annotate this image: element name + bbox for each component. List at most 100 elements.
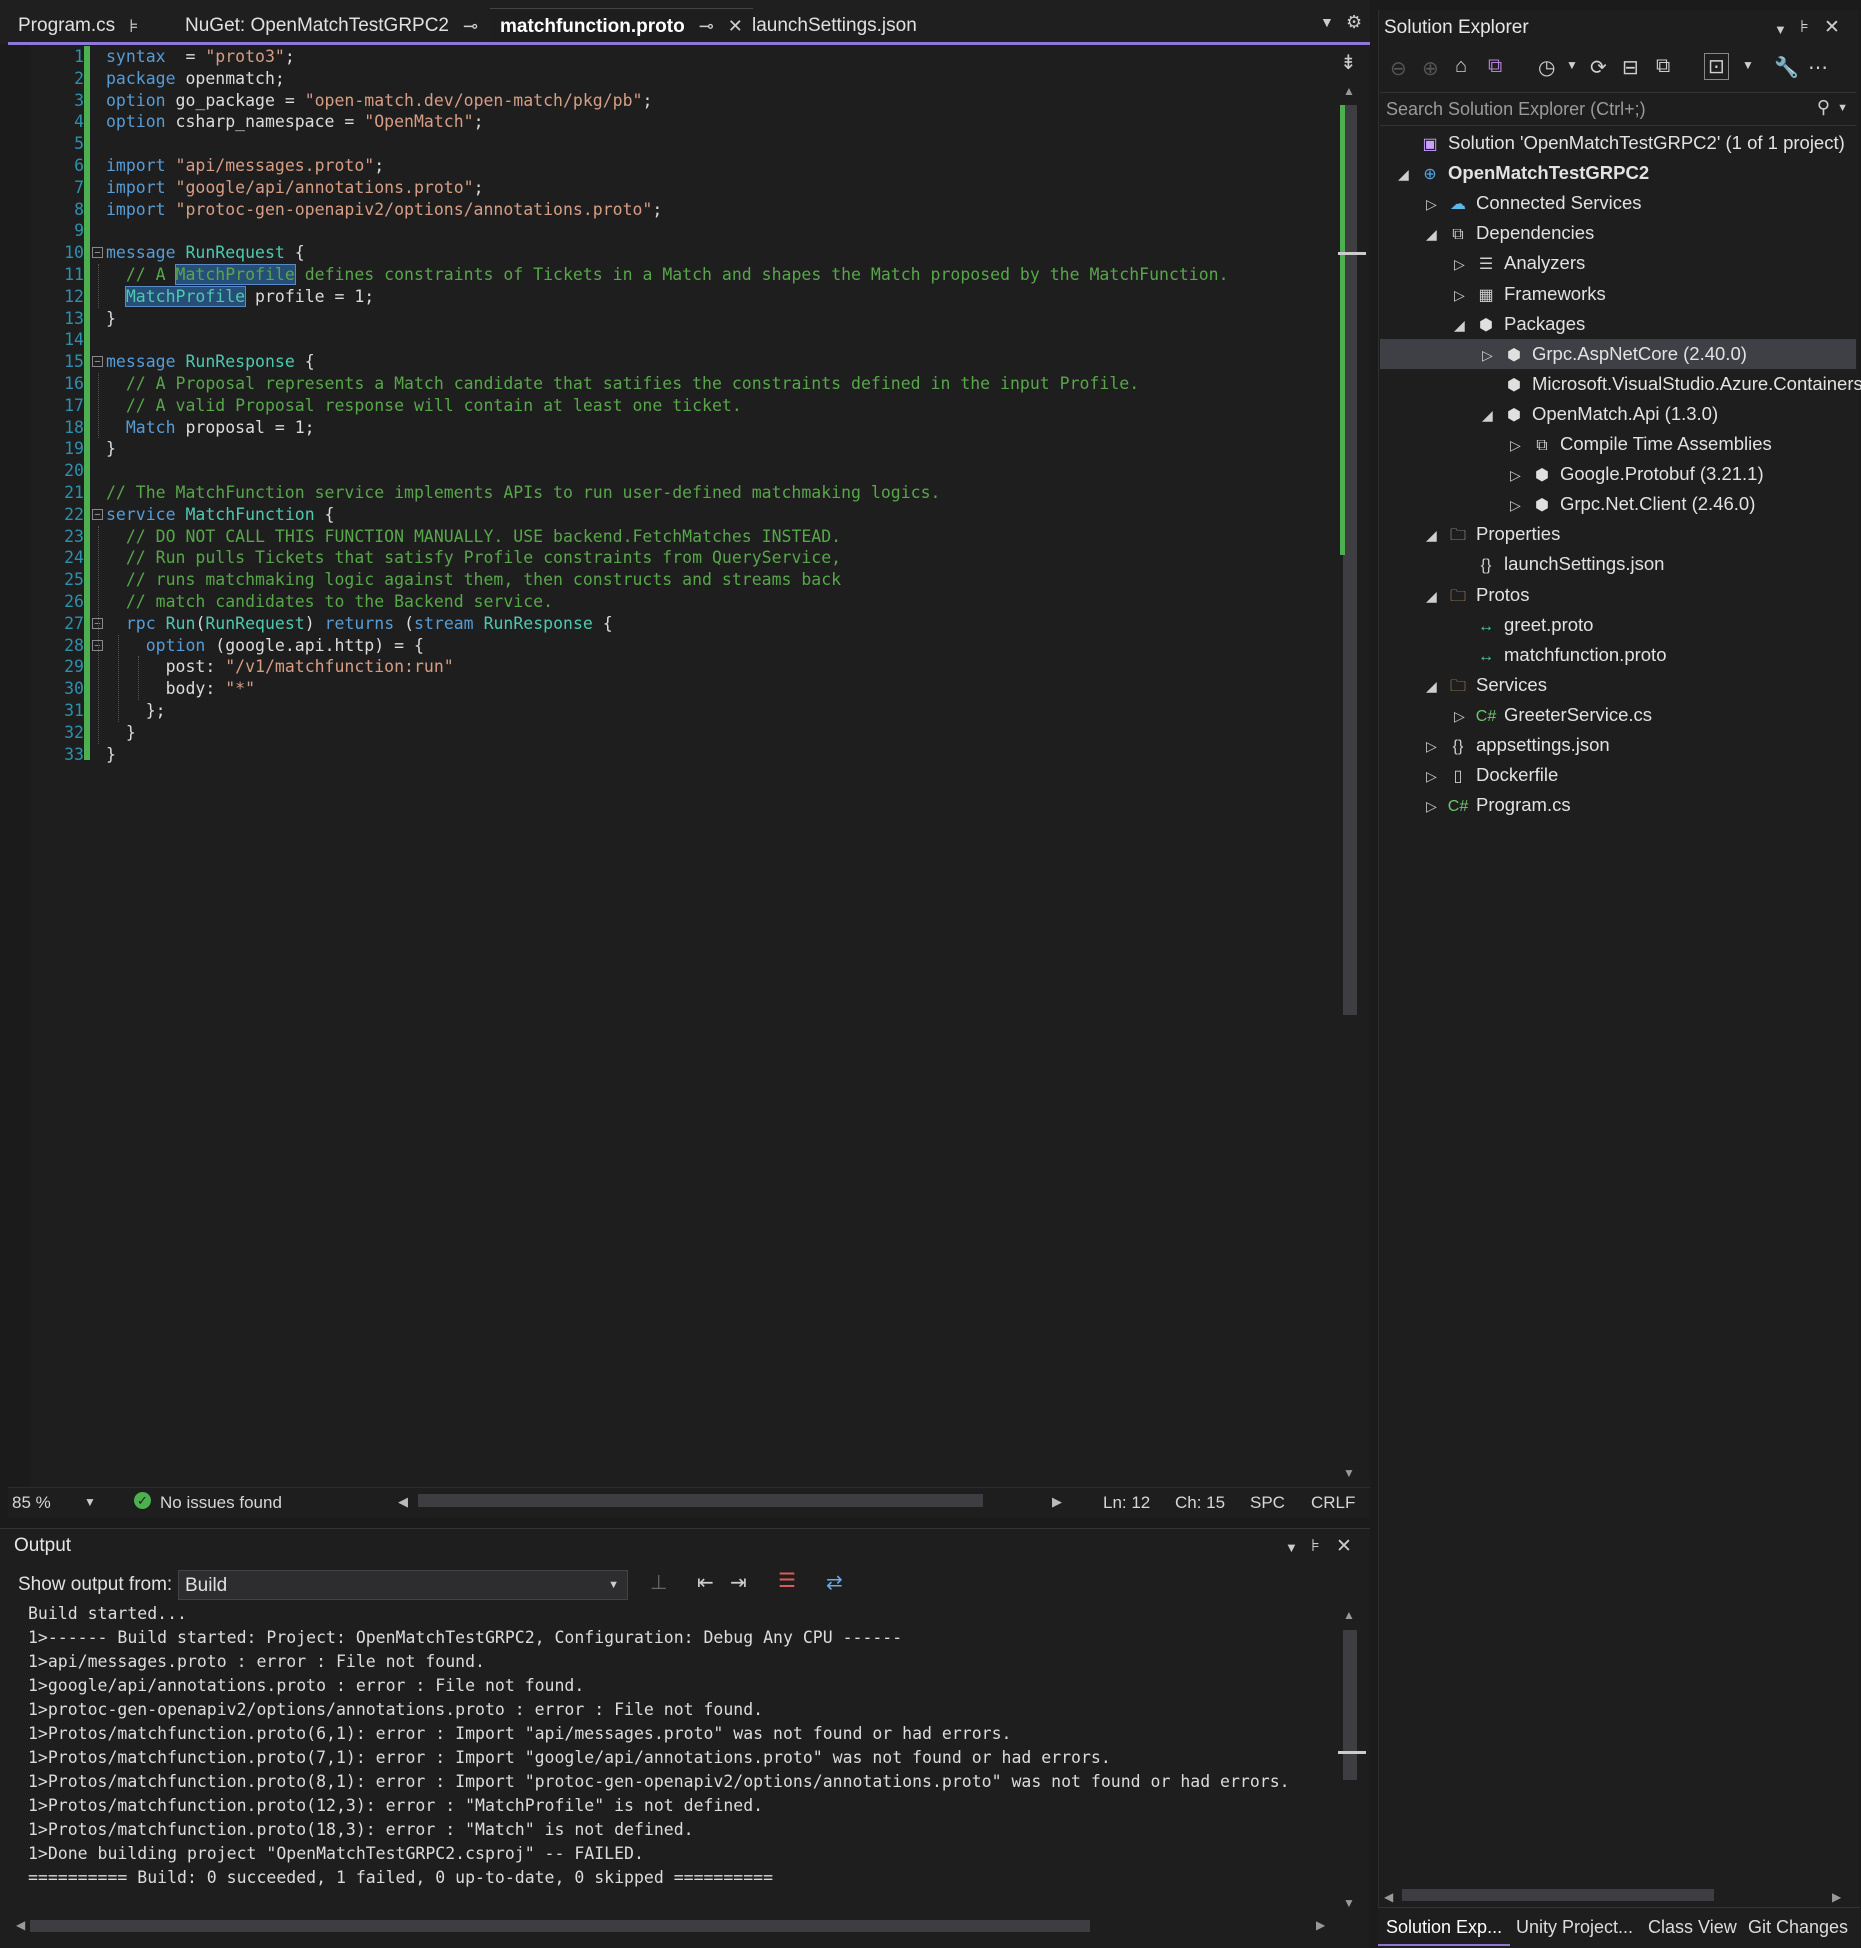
collapsed-arrow-icon[interactable]: ▷ (1482, 340, 1502, 370)
code-line[interactable]: post: "/v1/matchfunction:run" (106, 656, 1336, 678)
code-line[interactable] (106, 329, 1336, 351)
editor-scroll-thumb[interactable] (1343, 105, 1357, 1015)
tree-item[interactable]: ▷ ⧉ Compile Time Assemblies (1510, 429, 1772, 459)
code-line[interactable]: message RunRequest { (106, 242, 1336, 264)
tree-item[interactable]: ⬢ Microsoft.VisualStudio.Azure.Containers… (1482, 369, 1861, 399)
tree-item[interactable]: ↔ greet.proto (1454, 610, 1593, 640)
tree-item[interactable]: ◢ ⊕ OpenMatchTestGRPC2 (1398, 158, 1649, 188)
zoom-dropdown-icon[interactable]: ▼ (84, 1495, 96, 1509)
tree-item[interactable]: ◢ ⬢ Packages (1454, 309, 1585, 339)
chevron-down-icon[interactable]: ▼ (1742, 58, 1754, 72)
gear-icon[interactable]: ⚙ (1346, 12, 1362, 33)
output-source-select[interactable]: Build ▼ (178, 1570, 628, 1600)
code-line[interactable]: }; (106, 700, 1336, 722)
tab-unity-project[interactable]: Unity Project... (1508, 1910, 1641, 1944)
tree-item[interactable]: ▣ Solution 'OpenMatchTestGRPC2' (1 of 1 p… (1398, 128, 1844, 158)
collapsed-arrow-icon[interactable]: ▷ (1454, 701, 1474, 731)
show-all-files-icon[interactable]: ⧉ (1656, 55, 1670, 78)
expanded-arrow-icon[interactable]: ◢ (1482, 400, 1502, 430)
chevron-down-icon[interactable]: ▼ (1566, 58, 1578, 72)
forward-icon[interactable]: ⊕ (1422, 56, 1439, 81)
expanded-arrow-icon[interactable]: ◢ (1426, 581, 1446, 611)
code-line[interactable] (106, 133, 1336, 155)
tree-item[interactable]: ◢ 🗀 Protos (1426, 580, 1529, 610)
expanded-arrow-icon[interactable]: ◢ (1398, 159, 1418, 189)
expanded-arrow-icon[interactable]: ◢ (1426, 520, 1446, 550)
code-line[interactable]: } (106, 438, 1336, 460)
tree-item[interactable]: ▷ ⬢ Google.Protobuf (3.21.1) (1510, 459, 1764, 489)
collapsed-arrow-icon[interactable]: ▷ (1426, 761, 1446, 791)
collapsed-arrow-icon[interactable]: ▷ (1510, 460, 1530, 490)
collapse-all-icon[interactable]: ⊟ (1622, 55, 1639, 80)
code-line[interactable]: // match candidates to the Backend servi… (106, 591, 1336, 613)
code-line[interactable]: body: "*" (106, 678, 1336, 700)
code-line[interactable]: message RunResponse { (106, 351, 1336, 373)
tree-item[interactable]: ▷ ⬢ Grpc.Net.Client (2.46.0) (1510, 489, 1755, 519)
pin-icon[interactable]: ⊸ (463, 16, 478, 37)
solution-explorer-horizontal-scroll-thumb[interactable] (1402, 1889, 1714, 1901)
tree-item[interactable]: ▷ ⬢ Grpc.AspNetCore (2.40.0) (1380, 338, 1856, 370)
collapsed-arrow-icon[interactable]: ▷ (1426, 731, 1446, 761)
tab-class-view[interactable]: Class View (1640, 1910, 1745, 1944)
expanded-arrow-icon[interactable]: ◢ (1426, 671, 1446, 701)
scroll-up-icon[interactable]: ▲ (1343, 84, 1355, 98)
code-line[interactable]: rpc Run(RunRequest) returns (stream RunR… (106, 613, 1336, 635)
code-line[interactable] (106, 220, 1336, 242)
go-to-line-icon[interactable]: ⊥ (650, 1570, 667, 1595)
code-line[interactable]: // A MatchProfile defines constraints of… (106, 263, 1336, 286)
scroll-right-icon[interactable]: ▶ (1832, 1890, 1841, 1904)
more-icon[interactable]: ⋯ (1808, 55, 1828, 80)
tree-item[interactable]: ▷ ☁ Connected Services (1426, 188, 1642, 218)
code-lines[interactable]: syntax = "proto3"; package openmatch; opti… (106, 46, 1336, 765)
output-text[interactable]: Build started... 1>------ Build started: … (28, 1602, 1328, 1890)
collapsed-arrow-icon[interactable]: ▷ (1454, 280, 1474, 310)
code-line[interactable]: import "protoc-gen-openapiv2/options/ann… (106, 199, 1336, 221)
tree-item[interactable]: ▷ C# Program.cs (1426, 790, 1571, 820)
code-line[interactable]: // runs matchmaking logic against them, … (106, 569, 1336, 591)
tree-item[interactable]: ◢ ⬢ OpenMatch.Api (1.3.0) (1482, 399, 1718, 429)
spacing-indicator[interactable]: SPC (1250, 1493, 1285, 1513)
line-indicator[interactable]: Ln: 12 (1103, 1493, 1150, 1513)
home-icon[interactable]: ⌂ (1455, 55, 1467, 78)
code-line[interactable]: option (google.api.http) = { (106, 635, 1336, 657)
collapse-icon[interactable]: − (92, 508, 103, 520)
tab-solution-explorer[interactable]: Solution Exp... (1378, 1910, 1511, 1946)
tab-launchsettings-json[interactable]: launchSettings.json (742, 8, 972, 44)
properties-wrench-icon[interactable]: 🔧 (1774, 55, 1799, 80)
previous-message-icon[interactable]: ⇤ (697, 1570, 714, 1595)
tree-item[interactable]: ▷ ☰ Analyzers (1454, 248, 1585, 278)
collapsed-arrow-icon[interactable]: ▷ (1454, 249, 1474, 279)
tab-overflow-dropdown-icon[interactable]: ▼ (1320, 14, 1334, 30)
tree-item[interactable]: ◢ 🗀 Services (1426, 670, 1547, 700)
tree-item[interactable]: ▷ ▦ Frameworks (1454, 279, 1606, 309)
pin-icon[interactable]: ⊧ (1311, 1536, 1320, 1556)
scroll-down-icon[interactable]: ▼ (1343, 1896, 1355, 1910)
split-editor-icon[interactable]: ⇟ (1340, 50, 1357, 75)
editor-horizontal-scroll-thumb[interactable] (418, 1494, 983, 1507)
expanded-arrow-icon[interactable]: ◢ (1454, 310, 1474, 340)
scroll-left-icon[interactable]: ◀ (16, 1918, 25, 1932)
tab-program-cs[interactable]: Program.cs ⊧ (8, 8, 149, 44)
code-line[interactable]: // A Proposal represents a Match candida… (106, 373, 1336, 395)
code-line[interactable]: MatchProfile profile = 1; (106, 285, 1336, 308)
close-icon[interactable]: ✕ (728, 16, 743, 37)
scroll-right-icon[interactable]: ▶ (1052, 1494, 1062, 1510)
pending-changes-filter-icon[interactable]: ◷ (1538, 55, 1555, 80)
output-dropdown-icon[interactable]: ▼ (1285, 1540, 1298, 1555)
collapse-icon[interactable]: − (92, 247, 103, 259)
issues-status[interactable]: No issues found (160, 1493, 282, 1513)
code-line[interactable] (106, 460, 1336, 482)
pin-icon[interactable]: ⊧ (129, 16, 138, 37)
tree-item[interactable]: ▷ {} appsettings.json (1426, 730, 1610, 760)
output-scroll-thumb[interactable] (1343, 1630, 1357, 1780)
code-line[interactable]: service MatchFunction { (106, 504, 1336, 526)
solution-explorer-search[interactable]: Search Solution Explorer (Ctrl+;) ⚲ ▼ (1380, 92, 1856, 126)
code-line[interactable]: option csharp_namespace = "OpenMatch"; (106, 111, 1336, 133)
collapsed-arrow-icon[interactable]: ▷ (1426, 189, 1446, 219)
search-icon[interactable]: ⚲ (1817, 97, 1830, 118)
code-line[interactable]: import "google/api/annotations.proto"; (106, 177, 1336, 199)
tree-item[interactable]: ↔ matchfunction.proto (1454, 640, 1666, 670)
code-line[interactable]: package openmatch; (106, 68, 1336, 90)
close-icon[interactable]: ✕ (1824, 16, 1840, 39)
line-ending-indicator[interactable]: CRLF (1311, 1493, 1355, 1513)
